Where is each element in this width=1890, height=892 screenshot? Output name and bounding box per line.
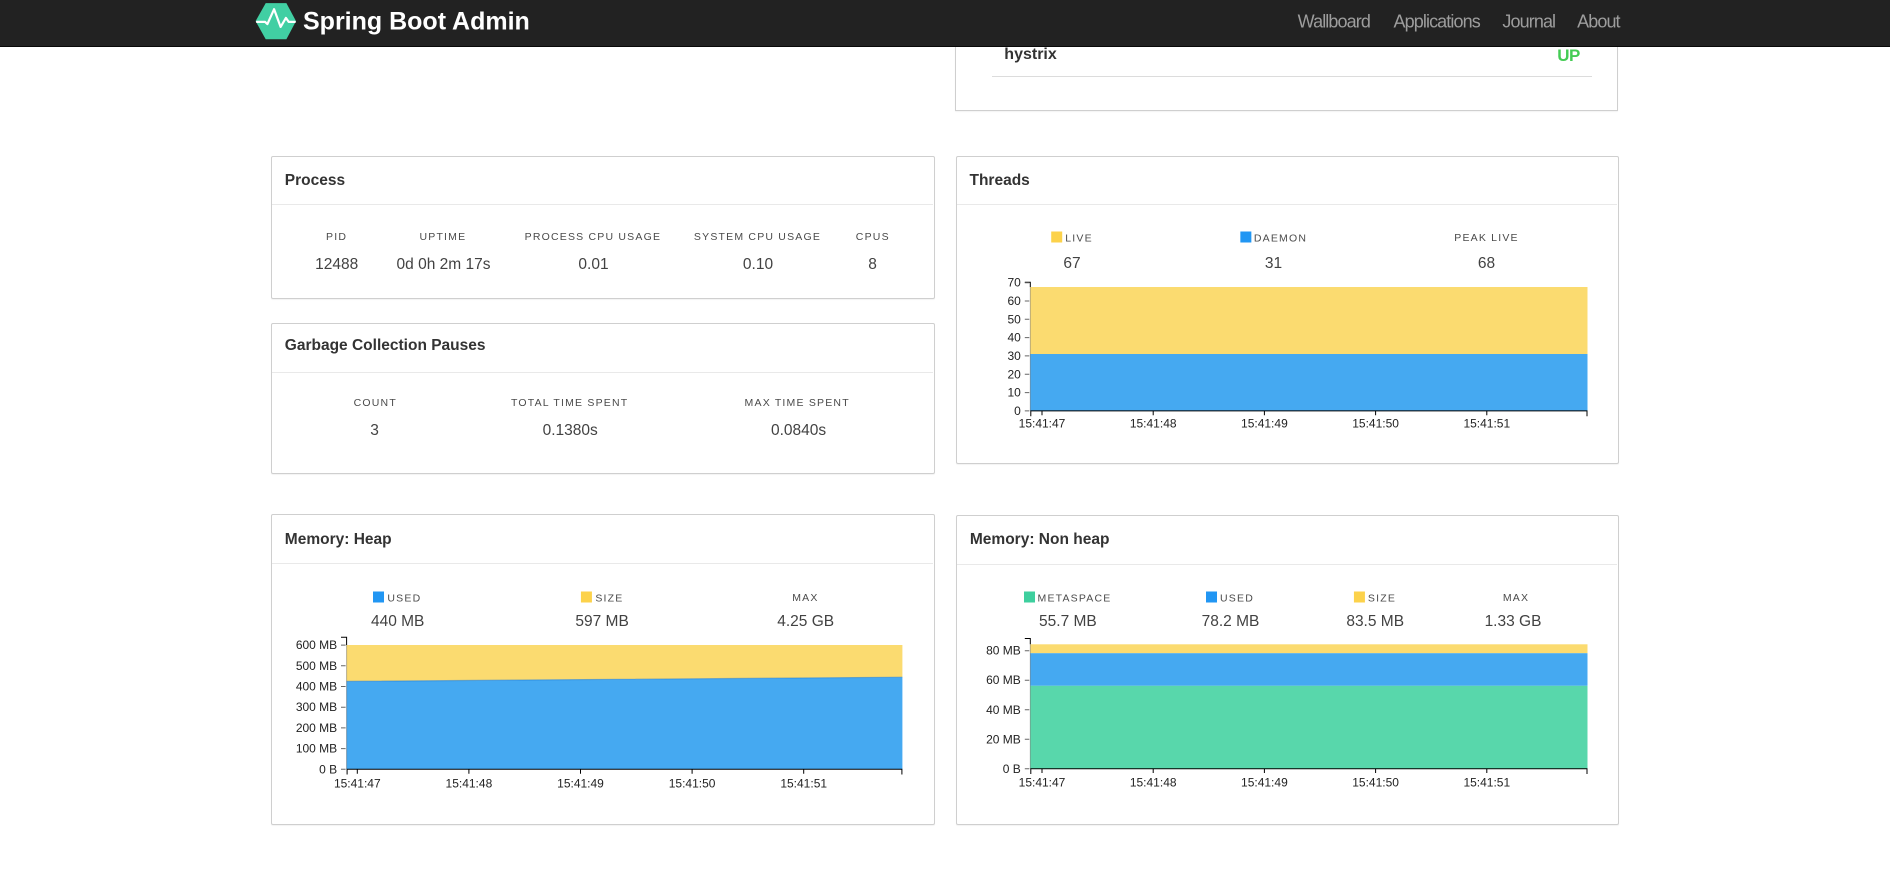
svg-text:60 MB: 60 MB bbox=[986, 673, 1021, 687]
svg-text:20: 20 bbox=[1007, 367, 1021, 381]
svg-text:60: 60 bbox=[1007, 294, 1021, 308]
svg-text:80 MB: 80 MB bbox=[986, 644, 1021, 658]
svg-text:15:41:49: 15:41:49 bbox=[557, 776, 604, 790]
svg-text:15:41:50: 15:41:50 bbox=[669, 776, 716, 790]
svg-text:15:41:49: 15:41:49 bbox=[1241, 416, 1288, 430]
svg-text:15:41:47: 15:41:47 bbox=[334, 776, 381, 790]
svg-text:15:41:50: 15:41:50 bbox=[1352, 775, 1399, 789]
svg-text:15:41:51: 15:41:51 bbox=[780, 776, 827, 790]
svg-text:70: 70 bbox=[1007, 276, 1021, 290]
svg-text:30: 30 bbox=[1007, 349, 1021, 363]
svg-text:15:41:47: 15:41:47 bbox=[1019, 775, 1066, 789]
svg-text:600 MB: 600 MB bbox=[296, 638, 337, 652]
svg-text:500 MB: 500 MB bbox=[296, 659, 337, 673]
svg-text:200 MB: 200 MB bbox=[296, 721, 337, 735]
svg-text:300 MB: 300 MB bbox=[296, 700, 337, 714]
svg-text:0 B: 0 B bbox=[1003, 762, 1021, 776]
svg-text:40 MB: 40 MB bbox=[986, 703, 1021, 717]
svg-text:100 MB: 100 MB bbox=[296, 742, 337, 756]
svg-text:15:41:50: 15:41:50 bbox=[1352, 416, 1399, 430]
svg-text:15:41:51: 15:41:51 bbox=[1463, 416, 1510, 430]
svg-text:10: 10 bbox=[1007, 386, 1021, 400]
svg-text:20 MB: 20 MB bbox=[986, 732, 1021, 746]
svg-text:0 B: 0 B bbox=[319, 762, 337, 776]
svg-text:15:41:49: 15:41:49 bbox=[1241, 775, 1288, 789]
svg-text:15:41:47: 15:41:47 bbox=[1019, 416, 1066, 430]
svg-text:50: 50 bbox=[1007, 312, 1021, 326]
svg-text:400 MB: 400 MB bbox=[296, 680, 337, 694]
svg-text:15:41:48: 15:41:48 bbox=[1130, 775, 1177, 789]
svg-text:15:41:51: 15:41:51 bbox=[1463, 775, 1510, 789]
svg-text:15:41:48: 15:41:48 bbox=[446, 776, 493, 790]
svg-text:40: 40 bbox=[1007, 331, 1021, 345]
svg-text:15:41:48: 15:41:48 bbox=[1130, 416, 1177, 430]
